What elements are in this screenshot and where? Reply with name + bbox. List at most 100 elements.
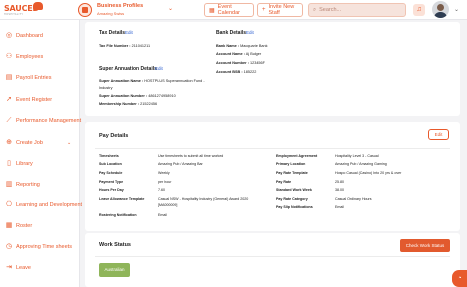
pay-right-value: Email (335, 205, 344, 209)
sidebar-item-employees[interactable]: ⚇ Employees (0, 50, 80, 64)
account-bsb-value: 185222 (243, 70, 257, 74)
super-number-label: Super Annuation Number : (99, 94, 148, 98)
add-user-icon: + (262, 7, 266, 13)
pay-edit-button[interactable]: Edit (428, 129, 449, 140)
pay-right-key: Pay Rate Template (276, 171, 308, 175)
sidebar-item-label: Reporting (16, 182, 40, 188)
logo-subtitle: HOSPITALITY (4, 13, 24, 16)
leave-icon: ⇥ (6, 264, 12, 271)
sidebar-item-payroll[interactable]: ▤ Payroll Entries (0, 71, 80, 85)
sidebar-item-label: Payroll Entries (16, 75, 52, 81)
logo[interactable]: SAUCED HOSPITALITY (4, 2, 43, 16)
timesheet-icon: ◷ (5, 243, 13, 250)
tfn-row: Tax File Number : 211041211 (99, 44, 150, 48)
job-icon: ⊕ (6, 139, 12, 146)
business-name[interactable]: Business Profiles (97, 3, 143, 9)
account-name-label: Account Name : (216, 52, 245, 56)
tax-details-title: Tax Details (99, 30, 126, 36)
sidebar-item-label: Performance Management (16, 118, 82, 124)
sidebar-item-library[interactable]: ▯ Library (0, 157, 80, 171)
library-icon: ▯ (7, 160, 11, 167)
super-number-value: 4861274958910 (148, 94, 176, 98)
invite-staff-button[interactable]: + Invite New Staff (257, 3, 303, 17)
bell-icon[interactable]: ♫ (413, 4, 425, 16)
pay-right-value: Hospo Casual (Casino) Into 20 yrs & over (335, 171, 402, 175)
pay-right-key: Pay Rate Category (276, 197, 308, 201)
sidebar-item-roster[interactable]: ▦ Roster (0, 219, 80, 233)
pay-right-value: 38.00 (335, 188, 344, 192)
search-icon: ⌕ (313, 6, 317, 13)
chevron-down-icon[interactable]: ⌄ (168, 5, 173, 12)
account-number-value: 123456F (249, 61, 265, 65)
sidebar-item-label: Create Job (16, 140, 43, 146)
super-name-value-cont: Industry (99, 86, 113, 90)
sidebar-item-label: Event Register (16, 97, 53, 103)
search-input[interactable]: ⌕ Search... (308, 3, 406, 17)
pay-left-value: Amazing Pub / Amazing Bar (158, 162, 203, 166)
business-icon (78, 3, 92, 17)
account-bsb-label: Account BSB : (216, 70, 243, 74)
business-subtitle: Amazing Swiss (97, 11, 125, 16)
pay-left-key: Pay Schedule (99, 171, 123, 175)
reporting-icon: ▥ (5, 181, 13, 188)
payroll-icon: ▤ (5, 74, 13, 81)
membership-number-value: 21522456 (140, 102, 158, 106)
sidebar-item-timesheets[interactable]: ◷ Approving Time sheets (0, 240, 80, 254)
pay-left-key: Leave Allowance Template (99, 197, 145, 201)
bank-name-row: Bank Name : Macquarie Bank (216, 44, 268, 48)
pay-right-value: Amazing Pub / Amazing Gaming (335, 162, 387, 166)
sidebar-item-learning[interactable]: ⎔ Learning and Development (0, 198, 83, 212)
sidebar-item-label: Employees (16, 54, 44, 60)
sidebar-item-label: Approving Time sheets (16, 244, 72, 250)
sidebar-item-label: Dashboard (16, 33, 43, 39)
sidebar-item-event-register[interactable]: ➚ Event Register (0, 93, 80, 107)
bank-name-label: Bank Name : (216, 44, 240, 48)
account-bsb-row: Account BSB : 185222 (216, 70, 256, 74)
sidebar-item-reporting[interactable]: ▥ Reporting (0, 178, 80, 192)
divider (95, 256, 450, 257)
sidebar-item-create-job[interactable]: ⊕ Create Job ⌄ (0, 136, 80, 150)
super-name-row: Super Annuation Name : HOSTPLUS Superann… (99, 79, 205, 83)
sidebar-item-performance[interactable]: ⟋ Performance Management (0, 114, 82, 128)
pay-right-value: Hospitality Level 3 - Casual (335, 154, 379, 158)
pay-left-key: Rostering Notification (99, 213, 137, 217)
sidebar-item-label: Learning and Development (16, 202, 83, 208)
super-name-value: HOSTPLUS Superannuation Fund - (144, 79, 205, 83)
cursor-icon: ➚ (6, 96, 12, 103)
super-number-row: Super Annuation Number : 4861274958910 (99, 94, 176, 98)
pay-right-key: Standard Work Week (276, 188, 312, 192)
tfn-value: 211041211 (131, 44, 151, 48)
event-calendar-button[interactable]: ▦ Event Calendar (204, 3, 254, 17)
people-icon: ⚇ (5, 53, 13, 60)
account-name-row: Account Name : Aj Bulger (216, 52, 261, 56)
work-status-badge: Australian (99, 263, 130, 277)
sidebar-item-label: Leave (16, 265, 31, 271)
bank-name-value: Macquarie Bank (240, 44, 268, 48)
pay-left-value: per hour (158, 180, 172, 184)
tax-edit-link[interactable]: Edit (125, 30, 133, 35)
avatar[interactable] (432, 1, 449, 18)
learning-icon: ⎔ (5, 201, 13, 208)
divider (95, 148, 450, 149)
bank-edit-link[interactable]: Edit (246, 30, 254, 35)
sidebar: ◎ Dashboard ⚇ Employees ▤ Payroll Entrie… (0, 20, 83, 287)
performance-icon: ⟋ (6, 117, 12, 124)
top-bar: SAUCED HOSPITALITY Business Profiles Ama… (0, 0, 467, 20)
pay-left-value-cont: [MA000009] (158, 203, 178, 207)
chevron-down-icon[interactable]: ⌄ (454, 6, 459, 13)
sidebar-item-dashboard[interactable]: ◎ Dashboard (0, 29, 80, 43)
super-edit-link[interactable]: Edit (155, 66, 163, 71)
membership-number-label: Membership Number : (99, 102, 140, 106)
sidebar-item-leave[interactable]: ⇥ Leave (0, 261, 80, 275)
pay-left-value: Casual NSW - Hospitality Industry (Gener… (158, 197, 249, 201)
tfn-label: Tax File Number : (99, 44, 131, 48)
pay-right-key: Primary Location (276, 162, 306, 166)
account-number-label: Account Number : (216, 61, 249, 65)
pay-left-value: Weekly (158, 171, 170, 175)
chat-icon[interactable]: ◔ (452, 270, 467, 287)
pay-left-key: Sub Location (99, 162, 122, 166)
chef-hat-icon (33, 2, 43, 10)
check-work-status-button[interactable]: Check Work Status (400, 239, 450, 252)
event-calendar-label: Event Calendar (217, 4, 240, 16)
account-number-row: Account Number : 123456F (216, 61, 265, 65)
